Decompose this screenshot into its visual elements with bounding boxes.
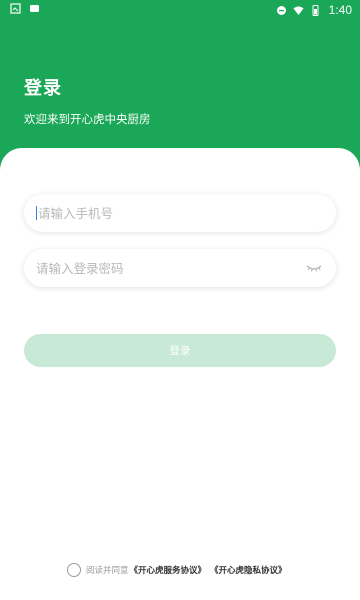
page-title: 登录 — [24, 78, 62, 99]
phone-input[interactable] — [38, 205, 324, 221]
login-button[interactable]: 登录 — [24, 334, 336, 367]
wifi-icon — [293, 5, 304, 16]
battery-icon — [310, 4, 321, 16]
phone-field[interactable] — [24, 194, 336, 232]
notification-icon — [29, 3, 40, 14]
login-card: 登录 阅读并同意 《开心虎服务协议》 《开心虎隐私协议》 — [0, 148, 360, 600]
page-subtitle: 欢迎来到开心虎中央厨房 — [24, 112, 151, 126]
agreement-checkbox[interactable] — [67, 563, 81, 577]
dnd-icon — [276, 5, 287, 16]
password-input[interactable] — [36, 260, 324, 276]
privacy-agreement-link[interactable]: 《开心虎隐私协议》 — [210, 564, 287, 576]
text-cursor — [36, 206, 37, 220]
agreement-prefix: 阅读并同意 — [86, 566, 129, 576]
status-right: 1:40 — [276, 3, 352, 17]
status-bar: 1:40 — [0, 0, 360, 20]
agreement-row: 阅读并同意 《开心虎服务协议》 《开心虎隐私协议》 — [67, 563, 287, 577]
screenshot-icon — [10, 3, 21, 14]
eye-closed-icon[interactable] — [306, 262, 322, 274]
service-agreement-link[interactable]: 《开心虎服务协议》 — [130, 564, 207, 576]
status-time: 1:40 — [328, 3, 352, 17]
status-left — [10, 3, 40, 14]
password-field[interactable] — [24, 249, 336, 287]
header: 登录 欢迎来到开心虎中央厨房 — [24, 74, 151, 127]
